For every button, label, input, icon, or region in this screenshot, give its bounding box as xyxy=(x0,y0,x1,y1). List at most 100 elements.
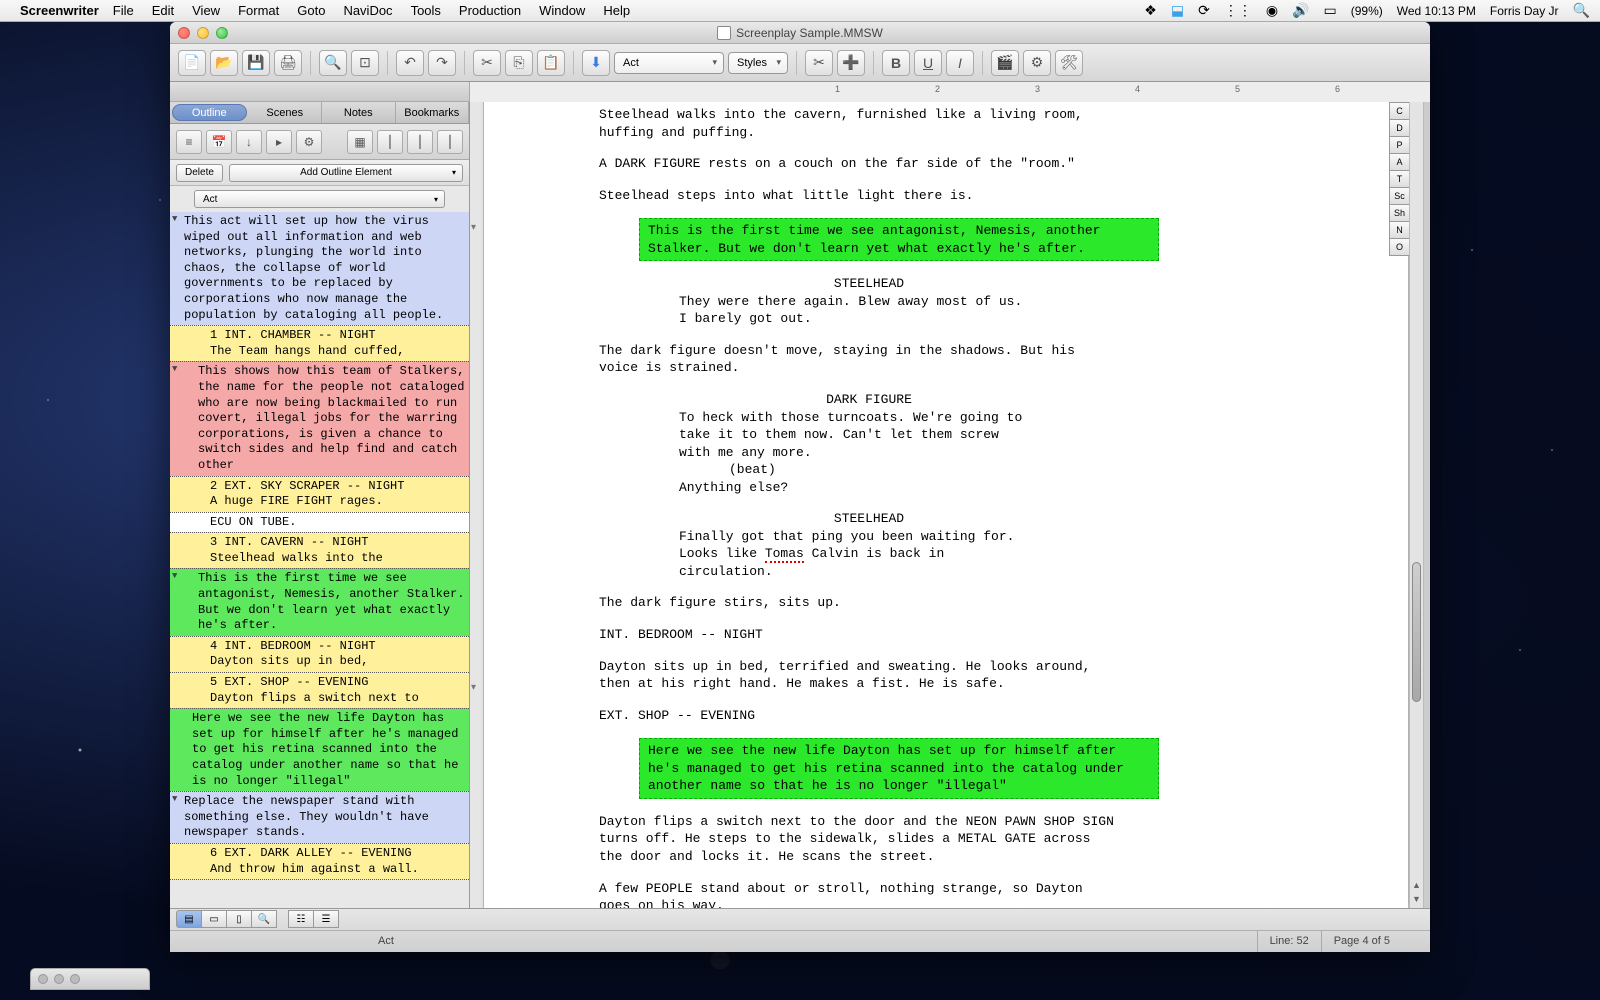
menu-navidoc[interactable]: NaviDoc xyxy=(343,3,392,18)
menu-production[interactable]: Production xyxy=(459,3,521,18)
margin-tab[interactable]: D xyxy=(1389,119,1409,137)
vertical-scrollbar[interactable]: ▲ ▼ xyxy=(1409,102,1424,908)
wifi-icon[interactable]: ◉ xyxy=(1266,2,1278,19)
dialogue[interactable]: Finally got that ping you been waiting f… xyxy=(679,528,1029,581)
tools-button[interactable]: 🛠 xyxy=(1055,50,1083,76)
styles-button[interactable]: Styles xyxy=(728,52,788,74)
menubar-clock[interactable]: Wed 10:13 PM xyxy=(1397,4,1476,18)
action-text[interactable]: Dayton flips a switch next to the door a… xyxy=(599,813,1119,866)
scene-heading[interactable]: INT. BEDROOM -- NIGHT xyxy=(599,626,1368,644)
underline-button[interactable]: U xyxy=(914,50,942,76)
view-mode-3[interactable]: ▯ xyxy=(226,910,252,928)
outline-tool-3[interactable]: ↓ xyxy=(236,130,262,154)
timemachine-icon[interactable]: ⟳ xyxy=(1198,2,1210,19)
outline-item[interactable]: ▼This shows how this team of Stalkers, t… xyxy=(170,361,469,476)
margin-tab[interactable]: C xyxy=(1389,102,1409,120)
menu-format[interactable]: Format xyxy=(238,3,279,18)
open-button[interactable]: 📂 xyxy=(210,50,238,76)
view-mode-2[interactable]: ▭ xyxy=(201,910,227,928)
zoom-button[interactable] xyxy=(216,27,228,39)
scroll-thumb[interactable] xyxy=(1412,562,1421,702)
titlebar[interactable]: Screenplay Sample.MMSW xyxy=(170,22,1430,44)
bold-button[interactable]: B xyxy=(882,50,910,76)
collapse-toggle[interactable]: ▾ xyxy=(471,682,476,693)
outline-item[interactable]: ▼This act will set up how the virus wipe… xyxy=(170,212,469,326)
scene-heading[interactable]: EXT. SHOP -- EVENING xyxy=(599,707,1368,725)
outline-slider-1[interactable]: ⎮ xyxy=(377,130,403,154)
view-mode-1[interactable]: ▤ xyxy=(176,910,202,928)
scissors-button[interactable]: ✂ xyxy=(805,50,833,76)
menu-goto[interactable]: Goto xyxy=(297,3,325,18)
add-button[interactable]: ➕ xyxy=(837,50,865,76)
action-text[interactable]: Steelhead walks into the cavern, furnish… xyxy=(599,106,1119,141)
view-mode-4[interactable]: ☷ xyxy=(288,910,314,928)
character-cue[interactable]: STEELHEAD xyxy=(679,510,1059,528)
scroll-up-arrow[interactable]: ▲ xyxy=(1410,880,1423,894)
view-mode-5[interactable]: ☰ xyxy=(313,910,339,928)
outline-tool-gear[interactable]: ⚙ xyxy=(296,130,322,154)
outline-item[interactable]: ECU ON TUBE. xyxy=(170,512,469,534)
undo-button[interactable]: ↶ xyxy=(396,50,424,76)
outline-item[interactable]: 1 INT. CHAMBER -- NIGHTThe Team hangs ha… xyxy=(170,325,469,362)
spotlight-icon[interactable]: 🔍 xyxy=(1573,2,1590,19)
tab-outline[interactable]: Outline xyxy=(172,104,247,121)
view-zoom[interactable]: 🔍 xyxy=(251,910,277,928)
outline-tool-grid[interactable]: ▦ xyxy=(347,130,373,154)
margin-tab[interactable]: Sc xyxy=(1389,187,1409,205)
outline-level-select[interactable]: Act xyxy=(194,190,445,208)
outline-item[interactable]: Here we see the new life Dayton has set … xyxy=(170,708,469,792)
app-menu[interactable]: Screenwriter xyxy=(20,3,99,18)
add-outline-select[interactable]: Add Outline Element xyxy=(229,164,463,182)
action-text[interactable]: The dark figure stirs, sits up. xyxy=(599,594,1119,612)
outline-tool-1[interactable]: ≡ xyxy=(176,130,202,154)
menu-tools[interactable]: Tools xyxy=(411,3,441,18)
outline-tool-4[interactable]: ▸ xyxy=(266,130,292,154)
print-button[interactable]: 🖨 xyxy=(274,50,302,76)
collapse-toggle[interactable]: ▾ xyxy=(471,222,476,233)
margin-tab[interactable]: T xyxy=(1389,170,1409,188)
menu-window[interactable]: Window xyxy=(539,3,585,18)
action-text[interactable]: The dark figure doesn't move, staying in… xyxy=(599,342,1119,377)
dialogue[interactable]: They were there again. Blew away most of… xyxy=(679,293,1029,328)
italic-button[interactable]: I xyxy=(946,50,974,76)
paste-button[interactable]: 📋 xyxy=(537,50,565,76)
action-text[interactable]: Steelhead steps into what little light t… xyxy=(599,187,1119,205)
character-cue[interactable]: DARK FIGURE xyxy=(679,391,1059,409)
scroll-down-arrow[interactable]: ▼ xyxy=(1410,894,1423,908)
menubar-user[interactable]: Forris Day Jr xyxy=(1490,4,1559,18)
tab-notes[interactable]: Notes xyxy=(322,102,396,123)
character-cue[interactable]: STEELHEAD xyxy=(679,275,1059,293)
document-proxy-icon[interactable] xyxy=(717,26,731,40)
bluetooth-icon[interactable]: ⋮⋮ xyxy=(1224,2,1252,19)
margin-tab[interactable]: Sh xyxy=(1389,204,1409,222)
script-note[interactable]: This is the first time we see antagonist… xyxy=(639,218,1159,261)
battery-icon[interactable]: ▭ xyxy=(1323,2,1336,19)
cut-button[interactable]: ✂ xyxy=(473,50,501,76)
spelling-error[interactable]: Tomas xyxy=(765,546,804,563)
margin-tab[interactable]: N xyxy=(1389,221,1409,239)
background-window[interactable] xyxy=(30,968,150,990)
redo-button[interactable]: ↷ xyxy=(428,50,456,76)
dropbox-icon[interactable]: ⬓ xyxy=(1171,2,1184,19)
outline-item[interactable]: 4 INT. BEDROOM -- NIGHTDayton sits up in… xyxy=(170,636,469,673)
new-doc-button[interactable]: 📄 xyxy=(178,50,206,76)
minimize-button[interactable] xyxy=(197,27,209,39)
script-note[interactable]: Here we see the new life Dayton has set … xyxy=(639,738,1159,799)
tab-bookmarks[interactable]: Bookmarks xyxy=(396,102,470,123)
production-button[interactable]: 🎬 xyxy=(991,50,1019,76)
volume-icon[interactable]: 🔊 xyxy=(1292,2,1309,19)
menu-view[interactable]: View xyxy=(192,3,220,18)
margin-tab[interactable]: A xyxy=(1389,153,1409,171)
element-select[interactable]: Act xyxy=(614,52,724,74)
bookmark-button[interactable]: ⬇ xyxy=(582,50,610,76)
action-text[interactable]: A few PEOPLE stand about or stroll, noth… xyxy=(599,880,1119,909)
tab-scenes[interactable]: Scenes xyxy=(249,102,323,123)
zoom-fit-button[interactable]: ⊡ xyxy=(351,50,379,76)
outline-tool-2[interactable]: 📅 xyxy=(206,130,232,154)
script-page[interactable]: Steelhead walks into the cavern, furnish… xyxy=(484,102,1408,908)
dialogue[interactable]: To heck with those turncoats. We're goin… xyxy=(679,409,1029,462)
margin-tab[interactable]: P xyxy=(1389,136,1409,154)
outline-item[interactable]: ▼Replace the newspaper stand with someth… xyxy=(170,791,469,844)
prefs-button[interactable]: ⚙ xyxy=(1023,50,1051,76)
outline-item[interactable]: 6 EXT. DARK ALLEY -- EVENINGAnd throw hi… xyxy=(170,843,469,880)
